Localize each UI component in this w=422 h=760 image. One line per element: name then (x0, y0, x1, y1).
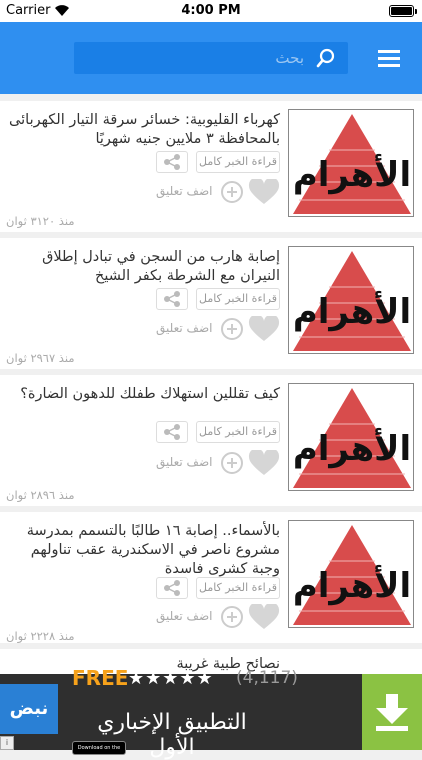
ad-free-label: FREE (72, 666, 129, 690)
timestamp: منذ ٢٢٢٨ ثوان (6, 629, 75, 643)
ad-banner[interactable]: نبض FREE ★★★★★ (4,117) التطبيق الإخباري … (0, 666, 422, 760)
article-title[interactable]: كيف تقللين استهلاك طفلك للدهون الضارة؟ (6, 385, 280, 404)
timestamp: منذ ٢٩٦٧ ثوان (6, 351, 75, 365)
news-card[interactable]: الأهرام كيف تقللين استهلاك طفلك للدهون ا… (0, 375, 422, 506)
search-placeholder: بحث (275, 49, 304, 67)
download-button[interactable] (362, 674, 422, 750)
add-comment-button[interactable]: اضف تعليق (156, 180, 246, 204)
add-comment-button[interactable]: اضف تعليق (156, 605, 246, 629)
download-icon (376, 694, 408, 731)
comment-plus-icon (221, 606, 243, 628)
share-icon (164, 580, 180, 596)
app-store-badge[interactable]: Download on the (72, 741, 126, 755)
ad-info-icon[interactable]: i (0, 736, 14, 750)
add-comment-label: اضف تعليق (156, 455, 213, 469)
ad-app-logo[interactable]: نبض (0, 684, 58, 734)
timestamp: منذ ٢٨٩٦ ثوان (6, 488, 75, 502)
news-card[interactable]: الأهرام بالأسماء.. إصابة ١٦ طالبًا بالتس… (0, 512, 422, 643)
comment-plus-icon (221, 181, 243, 203)
add-comment-label: اضف تعليق (156, 184, 213, 198)
share-button[interactable] (156, 577, 188, 599)
read-full-button[interactable]: قراءة الخبر كامل (196, 151, 280, 173)
share-button[interactable] (156, 421, 188, 443)
ahram-logo-thumbnail[interactable]: الأهرام (288, 109, 414, 217)
share-icon (164, 154, 180, 170)
comment-plus-icon (221, 318, 243, 340)
article-title[interactable]: بالأسماء.. إصابة ١٦ طالبًا بالتسمم بمدرس… (6, 522, 280, 579)
svg-text:الأهرام: الأهرام (293, 427, 411, 469)
like-heart-icon[interactable] (248, 177, 280, 205)
ahram-logo-thumbnail[interactable]: الأهرام (288, 520, 414, 628)
ahram-logo-thumbnail[interactable]: الأهرام (288, 383, 414, 491)
timestamp: منذ ٣١٢٠ ثوان (6, 214, 75, 228)
menu-icon[interactable] (378, 50, 400, 68)
share-button[interactable] (156, 288, 188, 310)
battery-icon (389, 5, 417, 17)
like-heart-icon[interactable] (248, 448, 280, 476)
app-header: بحث (0, 22, 422, 94)
svg-text:الأهرام: الأهرام (293, 153, 411, 195)
svg-text:الأهرام: الأهرام (293, 564, 411, 606)
article-title[interactable]: إصابة هارب من السجن في تبادل إطلاق النير… (6, 248, 280, 286)
ad-rating-count: (4,117) (236, 668, 298, 688)
ad-rating-stars: ★★★★★ (128, 668, 214, 689)
comment-plus-icon (221, 452, 243, 474)
clock: 4:00 PM (181, 3, 241, 18)
share-icon (164, 291, 180, 307)
share-icon (164, 424, 180, 440)
news-card[interactable]: الأهرام كهرباء القليوبية: خسائر سرقة الت… (0, 101, 422, 232)
search-bar[interactable]: بحث (74, 42, 348, 74)
add-comment-button[interactable]: اضف تعليق (156, 451, 246, 475)
read-full-button[interactable]: قراءة الخبر كامل (196, 288, 280, 310)
read-full-button[interactable]: قراءة الخبر كامل (196, 421, 280, 443)
add-comment-label: اضف تعليق (156, 321, 213, 335)
news-card[interactable]: الأهرام إصابة هارب من السجن في تبادل إطل… (0, 238, 422, 369)
search-icon[interactable] (316, 48, 336, 68)
ahram-logo-thumbnail[interactable]: الأهرام (288, 246, 414, 354)
svg-text:الأهرام: الأهرام (293, 290, 411, 332)
add-comment-label: اضف تعليق (156, 609, 213, 623)
like-heart-icon[interactable] (248, 314, 280, 342)
share-button[interactable] (156, 151, 188, 173)
read-full-button[interactable]: قراءة الخبر كامل (196, 577, 280, 599)
like-heart-icon[interactable] (248, 602, 280, 630)
add-comment-button[interactable]: اضف تعليق (156, 317, 246, 341)
status-bar: Carrier 4:00 PM (0, 0, 422, 22)
article-title[interactable]: كهرباء القليوبية: خسائر سرقة التيار الكه… (6, 111, 280, 149)
